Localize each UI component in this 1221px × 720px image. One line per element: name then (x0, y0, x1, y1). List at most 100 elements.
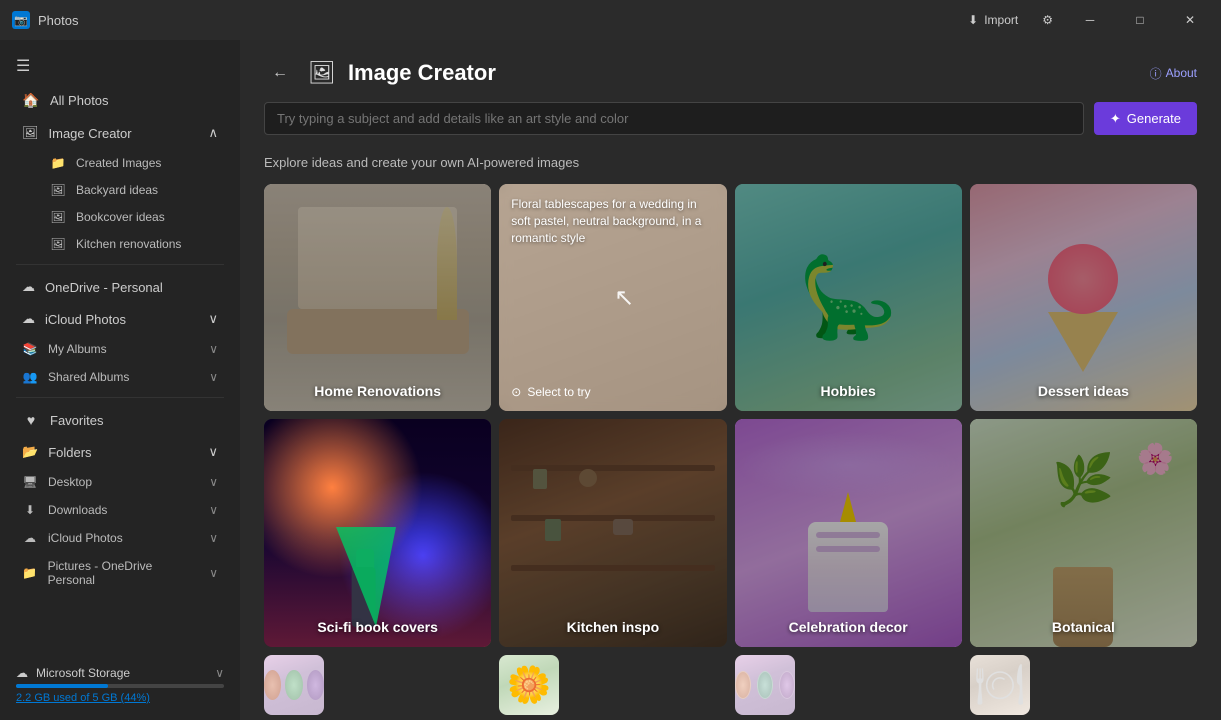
settings-button[interactable]: ⚙ (1032, 9, 1063, 31)
kitchen-reno-label: Kitchen renovations (76, 237, 181, 251)
backyard-label: Backyard ideas (76, 183, 158, 197)
folder-icon: 📁 (50, 156, 66, 170)
maximize-icon: □ (1136, 13, 1143, 27)
expand-pictures-icon: ∨ (209, 566, 218, 580)
image-icon: 🖼 (50, 183, 66, 197)
import-button[interactable]: ⬇ Import (958, 9, 1028, 31)
storage-detail[interactable]: 2.2 GB used of 5 GB (44%) (16, 692, 224, 704)
back-button[interactable]: ← (264, 60, 296, 86)
storage-bar-fill (16, 684, 108, 688)
hamburger-menu[interactable]: ☰ (0, 48, 240, 84)
card-label7: Celebration decor (735, 619, 962, 635)
macaron2 (285, 670, 302, 700)
minimize-button[interactable]: ─ (1067, 4, 1113, 36)
sidebar-item-folders[interactable]: 📂 Folders ∨ (6, 437, 234, 467)
card-label6: Kitchen inspo (499, 619, 726, 635)
page-title: Image Creator (348, 60, 496, 86)
storage-bar (16, 684, 224, 688)
card-botanical[interactable]: 🌿 🌸 Botanical (970, 419, 1197, 646)
card-label: Home Renovations (264, 383, 491, 399)
sidebar-item-shared-albums[interactable]: 👥 Shared Albums ∨ (6, 364, 234, 390)
desktop-icon: 🖥 (22, 475, 38, 489)
folders-label: Folders (48, 445, 91, 460)
sidebar-item-kitchen-reno[interactable]: 🖼 Kitchen renovations (34, 231, 234, 257)
card-overlay (264, 184, 491, 411)
sidebar-item-icloud[interactable]: ☁ iCloud Photos ∨ (6, 304, 234, 334)
card-celebration[interactable]: Celebration decor (735, 419, 962, 646)
sidebar: ☰ 🏠 All Photos 🖼 Image Creator ∧ 📁 Creat… (0, 40, 240, 720)
sidebar-item-icloud-folder[interactable]: ☁ iCloud Photos ∨ (6, 525, 234, 551)
cloud-folder-icon: ☁ (22, 531, 38, 545)
mac1 (735, 671, 751, 699)
collapse-icon: ∧ (208, 125, 218, 141)
expand-shared-icon: ∨ (209, 370, 218, 384)
floral-select-row: ⊙ Select to try (511, 385, 714, 399)
card-home-reno[interactable]: Home Renovations (264, 184, 491, 411)
app-body: ☰ 🏠 All Photos 🖼 Image Creator ∧ 📁 Creat… (0, 40, 1221, 720)
sidebar-item-bookcover[interactable]: 🖼 Bookcover ideas (34, 204, 234, 230)
card-bottom2[interactable]: 🌼 (499, 655, 559, 715)
all-photos-label: All Photos (50, 93, 109, 108)
card-label3: Hobbies (735, 383, 962, 399)
explore-title: Explore ideas and create your own AI-pow… (264, 155, 1197, 170)
card-hobbies[interactable]: 🦕 Hobbies (735, 184, 962, 411)
downloads-label: Downloads (48, 503, 107, 517)
card-label5: Sci-fi book covers (264, 619, 491, 635)
settings-icon: ⚙ (1042, 13, 1053, 27)
sidebar-item-favorites[interactable]: ♥ Favorites (6, 405, 234, 435)
sidebar-item-all-photos[interactable]: 🏠 All Photos (6, 85, 234, 116)
page-title-icon: 🖼 (308, 60, 336, 86)
sidebar-item-pictures[interactable]: 📁 Pictures - OneDrive Personal ∨ (6, 553, 234, 593)
sidebar-item-image-creator[interactable]: 🖼 Image Creator ∧ (6, 118, 234, 148)
card-overlay3 (735, 184, 962, 411)
floral-text: Floral tablescapes for a wedding in soft… (511, 196, 714, 246)
card-bottom1[interactable] (264, 655, 324, 715)
close-icon: ✕ (1185, 13, 1195, 27)
plates-container: 🍽 (970, 655, 1030, 715)
titlebar-right: ⬇ Import ⚙ ─ □ ✕ (958, 4, 1213, 36)
card-bottom3[interactable] (735, 655, 795, 715)
sidebar-item-onedrive[interactable]: ☁ OneDrive - Personal (6, 272, 234, 302)
card-dessert[interactable]: Dessert ideas (970, 184, 1197, 411)
info-icon: ⓘ (1150, 65, 1162, 82)
flowers-container: 🌼 (499, 655, 559, 715)
maximize-button[interactable]: □ (1117, 4, 1163, 36)
icloud-icon: ☁ (22, 311, 35, 327)
all-photos-icon: 🏠 (22, 92, 40, 109)
generate-button[interactable]: ✦ Generate (1094, 102, 1197, 135)
card-kitchen[interactable]: Kitchen inspo (499, 419, 726, 646)
main-header: ← 🖼 Image Creator ⓘ About (264, 60, 1197, 86)
sidebar-item-downloads[interactable]: ⬇ Downloads ∨ (6, 497, 234, 523)
scifi-cape (336, 527, 396, 627)
my-albums-label: My Albums (48, 342, 107, 356)
storage-label: Microsoft Storage (36, 666, 130, 680)
floral-overlay: Floral tablescapes for a wedding in soft… (499, 184, 726, 411)
sidebar-item-backyard[interactable]: 🖼 Backyard ideas (34, 177, 234, 203)
card-floral[interactable]: Floral tablescapes for a wedding in soft… (499, 184, 726, 411)
favorites-label: Favorites (50, 413, 103, 428)
storage-header[interactable]: ☁ Microsoft Storage ∨ (16, 666, 224, 680)
search-input[interactable] (264, 102, 1084, 135)
card-bottom4[interactable]: 🍽 (970, 655, 1030, 715)
about-button[interactable]: ⓘ About (1150, 65, 1197, 82)
sidebar-item-desktop[interactable]: 🖥 Desktop ∨ (6, 469, 234, 495)
desktop-label: Desktop (48, 475, 92, 489)
card-overlay6 (499, 419, 726, 646)
pictures-label: Pictures - OneDrive Personal (48, 559, 200, 587)
app-name: Photos (38, 13, 78, 28)
macarons2-container (735, 655, 795, 715)
downloads-icon: ⬇ (22, 503, 38, 517)
card-label4: Dessert ideas (970, 383, 1197, 399)
back-icon: ← (272, 64, 288, 81)
sidebar-item-my-albums[interactable]: 📚 My Albums ∨ (6, 336, 234, 362)
about-label: About (1166, 66, 1197, 80)
bookcover-label: Bookcover ideas (76, 210, 165, 224)
close-button[interactable]: ✕ (1167, 4, 1213, 36)
expand-folders-icon: ∨ (208, 444, 218, 460)
card-scifi[interactable]: Sci-fi book covers (264, 419, 491, 646)
image-creator-icon: 🖼 (22, 125, 39, 141)
mac2 (757, 671, 773, 699)
expand-icloud-icon: ∨ (209, 531, 218, 545)
sidebar-item-created-images[interactable]: 📁 Created Images (34, 150, 234, 176)
sidebar-divider1 (16, 264, 224, 265)
